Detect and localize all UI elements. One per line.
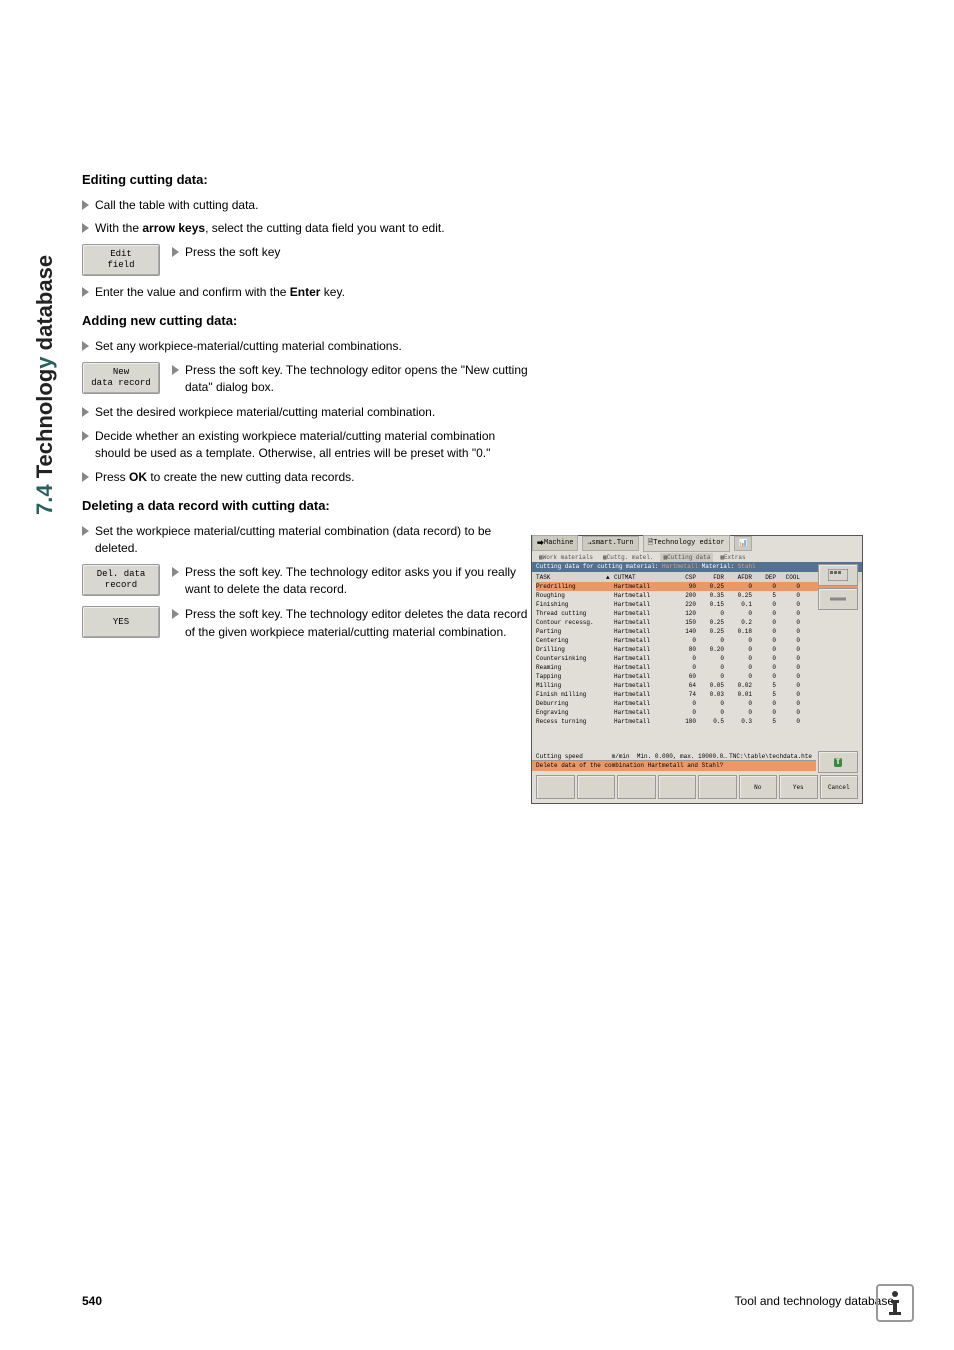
softkey-row: New data record Press the soft key. The … [82, 362, 532, 397]
softkey-blank[interactable] [536, 775, 575, 799]
softkey-new-data-record[interactable]: New data record [82, 362, 160, 394]
wrench-icon [828, 593, 848, 605]
list-item: With the arrow keys, select the cutting … [82, 220, 532, 237]
arrow-icon [82, 472, 89, 482]
table-row[interactable]: EngravingHartmetall00000 [536, 708, 858, 717]
page-number: 540 [82, 1294, 102, 1308]
arrow-icon [82, 341, 89, 351]
softkey-row: Del. data record Press the soft key. The… [82, 564, 532, 599]
table-row[interactable]: PartingHartmetall1400.250.1800 [536, 627, 858, 636]
softkey-no[interactable]: No [739, 775, 778, 799]
menu-bar: ▦Work materials ▦Cuttg. matel. ▦Cutting … [532, 550, 862, 562]
arrow-icon [82, 431, 89, 441]
menu-extras[interactable]: ▦Extras [717, 553, 748, 562]
table-header: TASK ▲ CUTMAT CSP FDR AFDR DEP COOL [532, 572, 862, 582]
softkey-blank[interactable] [577, 775, 616, 799]
table-row[interactable]: DrillingHartmetall800.20000 [536, 645, 858, 654]
mode-machine[interactable]: ⮕ Machine [532, 535, 578, 551]
menu-work-materials[interactable]: ▦Work materials [536, 553, 596, 562]
list-item: Set any workpiece-material/cutting mater… [82, 338, 532, 355]
softkey-blank[interactable] [617, 775, 656, 799]
mode-diag[interactable]: 📊 [734, 536, 753, 551]
section-number: 7.4 [32, 484, 57, 515]
list-item: Set the workpiece material/cutting mater… [82, 523, 532, 558]
arrow-icon [172, 609, 179, 619]
list-item: Enter the value and confirm with the Ent… [82, 284, 532, 301]
table-row[interactable]: RoughingHartmetall2000.350.2550 [536, 591, 858, 600]
arrow-icon [82, 223, 89, 233]
keyboard-icon [828, 569, 848, 581]
softkey-edit-field[interactable]: Edit field [82, 244, 160, 276]
mode-smart-turn[interactable]: ⇢ smart.Turn [582, 536, 638, 551]
mode-bar: ⮕ Machine ⇢ smart.Turn 🗎 Technology edit… [532, 536, 862, 550]
table-row[interactable]: TappingHartmetall600000 [536, 672, 858, 681]
footer-title: Tool and technology database [735, 1294, 894, 1308]
section-sidebar: 7.4 Technology database [32, 165, 72, 515]
delete-prompt: Delete data of the combination Hartmetal… [532, 761, 816, 771]
softkey-delete-data-record[interactable]: Del. data record [82, 564, 160, 596]
heading-adding: Adding new cutting data: [82, 313, 532, 328]
cutting-data-table[interactable]: PredrillingHartmetall900.25000RoughingHa… [532, 582, 862, 726]
table-row[interactable]: Thread cuttingHartmetall1200000 [536, 609, 858, 618]
arrow-icon [82, 200, 89, 210]
button-bar: No Yes Cancel [532, 775, 862, 799]
table-row[interactable]: PredrillingHartmetall900.25000 [536, 582, 858, 591]
table-row[interactable]: Recess turningHartmetall1800.50.350 [536, 717, 858, 726]
info-icon [876, 1284, 914, 1322]
softkey-row: Edit field Press the soft key [82, 244, 532, 276]
tool-button-t[interactable]: T [818, 751, 858, 773]
data-header: Cutting data for cutting material: Hartm… [532, 562, 862, 572]
softkey-blank[interactable] [658, 775, 697, 799]
softkey-cancel[interactable]: Cancel [820, 775, 859, 799]
softkey-row: YES Press the soft key. The technology e… [82, 606, 532, 641]
arrow-icon [82, 526, 89, 536]
tech-editor-screenshot: ⮕ Machine ⇢ smart.Turn 🗎 Technology edit… [531, 535, 863, 804]
softkey-yes[interactable]: Yes [779, 775, 818, 799]
table-row[interactable]: MillingHartmetall640.050.0250 [536, 681, 858, 690]
table-row[interactable]: CenteringHartmetall00000 [536, 636, 858, 645]
mode-tech-editor[interactable]: 🗎 Technology editor [643, 535, 730, 552]
table-row[interactable]: Finish millingHartmetall740.030.0150 [536, 690, 858, 699]
list-item: Set the desired workpiece material/cutti… [82, 404, 532, 421]
menu-cutting-data[interactable]: ▦Cutting data [660, 553, 713, 562]
page-footer: 540 Tool and technology database [82, 1294, 894, 1308]
list-item: Call the table with cutting data. [82, 197, 532, 214]
softkey-blank[interactable] [698, 775, 737, 799]
arrow-icon [82, 287, 89, 297]
tool-button[interactable] [818, 564, 858, 586]
table-row[interactable]: ReamingHartmetall00000 [536, 663, 858, 672]
list-item: Press OK to create the new cutting data … [82, 469, 532, 486]
heading-deleting: Deleting a data record with cutting data… [82, 498, 532, 513]
list-item: Decide whether an existing workpiece mat… [82, 428, 532, 463]
arrow-icon [172, 247, 179, 257]
arrow-icon [172, 365, 179, 375]
arrow-icon [82, 407, 89, 417]
heading-editing: Editing cutting data: [82, 172, 532, 187]
content-area: Editing cutting data: Call the table wit… [82, 172, 532, 649]
arrow-icon [172, 567, 179, 577]
softkey-yes[interactable]: YES [82, 606, 160, 638]
table-row[interactable]: CountersinkingHartmetall00000 [536, 654, 858, 663]
right-panel: T [818, 564, 860, 773]
status-bar: Cutting speed m/min Min. 0.000, max. 100… [532, 752, 816, 761]
menu-cutting-material[interactable]: ▦Cuttg. matel. [600, 553, 656, 562]
table-row[interactable]: DeburringHartmetall00000 [536, 699, 858, 708]
tool-button[interactable] [818, 588, 858, 610]
table-row[interactable]: FinishingHartmetall2200.150.100 [536, 600, 858, 609]
section-title: 7.4 Technology database [32, 255, 58, 515]
table-row[interactable]: Contour recessg.Hartmetall1500.250.200 [536, 618, 858, 627]
